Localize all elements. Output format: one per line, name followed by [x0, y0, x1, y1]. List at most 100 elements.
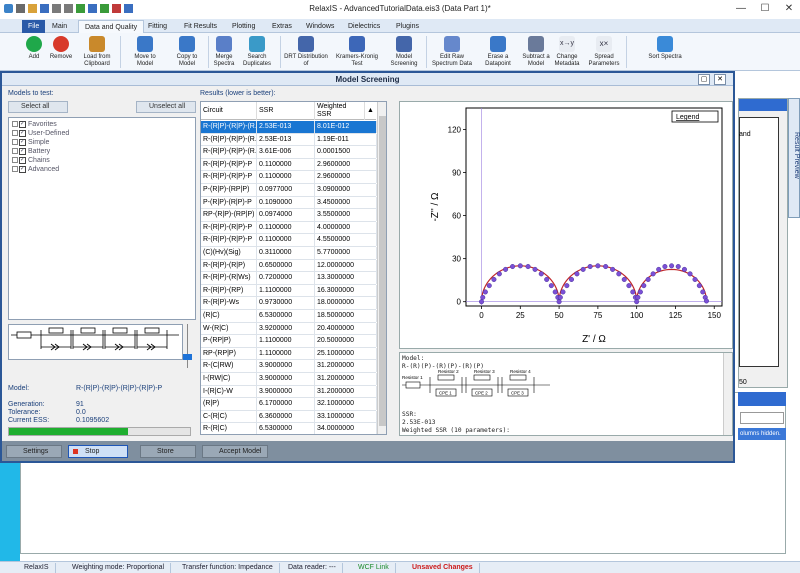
settings-button[interactable]: Settings: [6, 445, 62, 458]
screening-icon: [396, 36, 412, 52]
col-weighted-ssr[interactable]: Weighted SSR: [315, 102, 365, 120]
model-category-tree: ✓ Favorites ✓ User-Defined ✓ Simple ✓ Batter…: [8, 117, 196, 320]
table-row[interactable]: R-(R|P)-Ws 0.9730000 18.0000000: [201, 297, 377, 310]
stop-button[interactable]: Stop: [68, 445, 128, 458]
sort-spectra-button[interactable]: Sort Spectra: [640, 33, 690, 71]
results-table-scrollbar[interactable]: [377, 102, 386, 434]
cell-ssr: 1.1100000: [257, 335, 315, 348]
kramers-kronig-button[interactable]: Kramers-Kronig Test: [332, 33, 382, 71]
table-row[interactable]: R-(R|P)-(R|P)-(R... 3.61E-006 0.0001500: [201, 146, 377, 159]
nyquist-plot: 0 25 50 75 100 125 150 0 30 60 90 120 Z' / Ω -Z'' / Ω…: [430, 107, 723, 345]
table-row[interactable]: R-(R|P)-(R|P)-(R... 2.53E-013 8.01E-012: [201, 121, 377, 134]
subtract-model-button[interactable]: Subtract a Model: [520, 33, 552, 71]
tree-item-simple[interactable]: ✓ Simple: [12, 138, 49, 147]
tree-item-battery[interactable]: ✓ Battery: [12, 147, 50, 156]
table-row[interactable]: (C)(Hv)(Sig) 0.3110000 5.7700000: [201, 247, 377, 260]
table-row[interactable]: R-(R|P)-(R|P)-P 0.1100000 4.0000000: [201, 221, 377, 235]
tree-item-advanced[interactable]: ✓ Advanced: [12, 165, 59, 174]
ribbon-separator: [120, 36, 121, 68]
bottom-panel-dropdown[interactable]: [740, 412, 784, 424]
select-all-button[interactable]: Select all: [8, 101, 68, 113]
erase-datapoint-button[interactable]: Erase a Datapoint: [478, 33, 518, 71]
tab-main[interactable]: Main: [46, 20, 73, 33]
x-tick-label: 75: [593, 311, 602, 320]
cell-circuit: R-(R|P)-(R|P)-(R...: [201, 121, 257, 133]
data-point: [626, 283, 632, 289]
table-row[interactable]: I-(R|C)-W 3.9000000 31.2000000: [201, 385, 377, 399]
table-row[interactable]: (R|C) 6.5300000 18.5000000: [201, 310, 377, 323]
scrollbar-thumb[interactable]: [379, 116, 386, 426]
close-button[interactable]: ✕: [778, 1, 800, 17]
table-row[interactable]: R-(R|C) 6.5300000 34.0000000: [201, 423, 377, 434]
data-point: [595, 263, 601, 269]
circuit-preview-diagram: [11, 327, 179, 351]
merge-spectra-button[interactable]: Merge Spectra: [210, 33, 238, 71]
cell-circuit: I-(R|C)-W: [201, 385, 257, 398]
change-metadata-button[interactable]: x→y Change Metadata: [552, 33, 582, 71]
model-text-scrollbar[interactable]: [723, 353, 732, 435]
store-button[interactable]: Store: [140, 445, 196, 458]
dialog-close-button[interactable]: ✕: [714, 74, 726, 85]
merge-icon: [216, 36, 232, 52]
edit-raw-spectrum-button[interactable]: Edit Raw Spectrum Data: [430, 33, 474, 71]
spread-parameters-button[interactable]: x× Spread Parameters: [586, 33, 622, 71]
table-row[interactable]: R-(C|RW) 3.9000000 31.2000000: [201, 360, 377, 373]
current-ess-label: Current ESS:: [8, 417, 50, 424]
table-row[interactable]: R-(R|P)-(RP) 1.1100000 16.3000000: [201, 284, 377, 298]
tab-dielectrics[interactable]: Dielectrics: [342, 20, 386, 33]
table-row[interactable]: R-(R|P)-(R|P)-P 0.1100000 2.9600000: [201, 158, 377, 172]
tab-fitting[interactable]: Fitting: [142, 20, 173, 33]
tab-plugins[interactable]: Plugins: [390, 20, 425, 33]
table-row[interactable]: P-(R|P)-(R|P)-P 0.1090000 3.4500000: [201, 196, 377, 210]
cell-weighted-ssr: 5.7700000: [315, 247, 377, 259]
table-row[interactable]: R-(R|P)-(R|P)-P 0.1100000 4.5500000: [201, 234, 377, 247]
accept-model-button[interactable]: Accept Model: [202, 445, 268, 458]
tab-extras[interactable]: Extras: [266, 20, 298, 33]
table-row[interactable]: R-(R|P)-(R|P) 0.6500000 12.0000000: [201, 259, 377, 273]
table-row[interactable]: RP-(RP|P) 1.1100000 25.1000000: [201, 347, 377, 361]
tab-file[interactable]: File: [22, 20, 46, 33]
table-row[interactable]: RP-(R|P)-(RP|P) 0.0974000 3.5500000: [201, 209, 377, 222]
slider-thumb[interactable]: [183, 354, 192, 360]
col-ssr[interactable]: SSR: [257, 102, 315, 120]
tree-item-chains[interactable]: ✓ Chains: [12, 156, 50, 165]
tab-fit-results[interactable]: Fit Results: [178, 20, 223, 33]
cell-circuit: C-(R|C): [201, 410, 257, 423]
table-row[interactable]: C-(R|C) 6.3600000 33.1000000: [201, 410, 377, 424]
data-point: [616, 271, 622, 277]
add-button[interactable]: Add: [22, 33, 46, 71]
minimize-button[interactable]: —: [730, 1, 752, 17]
col-circuit[interactable]: Circuit: [201, 102, 257, 120]
cell-ssr: 0.6500000: [257, 259, 315, 272]
search-duplicates-button[interactable]: Search Duplicates: [240, 33, 274, 71]
tree-item-favorites[interactable]: ✓ Favorites: [12, 120, 57, 129]
tab-plotting[interactable]: Plotting: [226, 20, 261, 33]
table-row[interactable]: W-(R|C) 3.9200000 20.4000000: [201, 322, 377, 336]
preview-slider[interactable]: [183, 324, 192, 368]
cell-circuit: I-(RW|C): [201, 373, 257, 385]
move-to-model-button[interactable]: Move to Model: [126, 33, 164, 71]
add-icon: [26, 36, 42, 52]
remove-button[interactable]: Remove: [48, 33, 74, 71]
table-row[interactable]: (R|P) 6.1700000 32.1000000: [201, 398, 377, 411]
maximize-button[interactable]: ☐: [754, 1, 776, 17]
model-screening-button[interactable]: Model Screening: [386, 33, 422, 71]
tree-item-user-defined[interactable]: ✓ User-Defined: [12, 129, 69, 138]
drt-button[interactable]: DRT Distribution of: [284, 33, 328, 71]
unselect-all-button[interactable]: Unselect all: [136, 101, 196, 113]
table-row[interactable]: R-(R|P)-(R|P)-(R... 2.53E-013 1.19E-011: [201, 133, 377, 147]
dialog-maximize-button[interactable]: ▢: [698, 74, 710, 85]
tab-data-and-quality[interactable]: Data and Quality: [78, 20, 145, 33]
schematic-label-resistor-1: Resistor 1: [402, 375, 423, 380]
tab-windows[interactable]: Windows: [300, 20, 340, 33]
cell-circuit: R-(R|P)-(R|P): [201, 259, 257, 272]
data-point: [621, 276, 627, 282]
table-row[interactable]: R-(R|P)-(R|Ws) 0.7200000 13.3000000: [201, 272, 377, 285]
copy-to-model-button[interactable]: Copy to Model: [168, 33, 206, 71]
table-row[interactable]: P-(R|P)-(RP|P) 0.0977000 3.0900000: [201, 184, 377, 197]
load-from-clipboard-button[interactable]: Load from Clipboard: [78, 33, 116, 71]
table-row[interactable]: R-(R|P)-(R|P)-P 0.1100000 2.9600000: [201, 171, 377, 184]
table-row[interactable]: P-(RP|P) 1.1100000 20.5000000: [201, 335, 377, 348]
data-point: [630, 289, 636, 295]
table-row[interactable]: I-(RW|C) 3.9000000 31.2000000: [201, 373, 377, 386]
